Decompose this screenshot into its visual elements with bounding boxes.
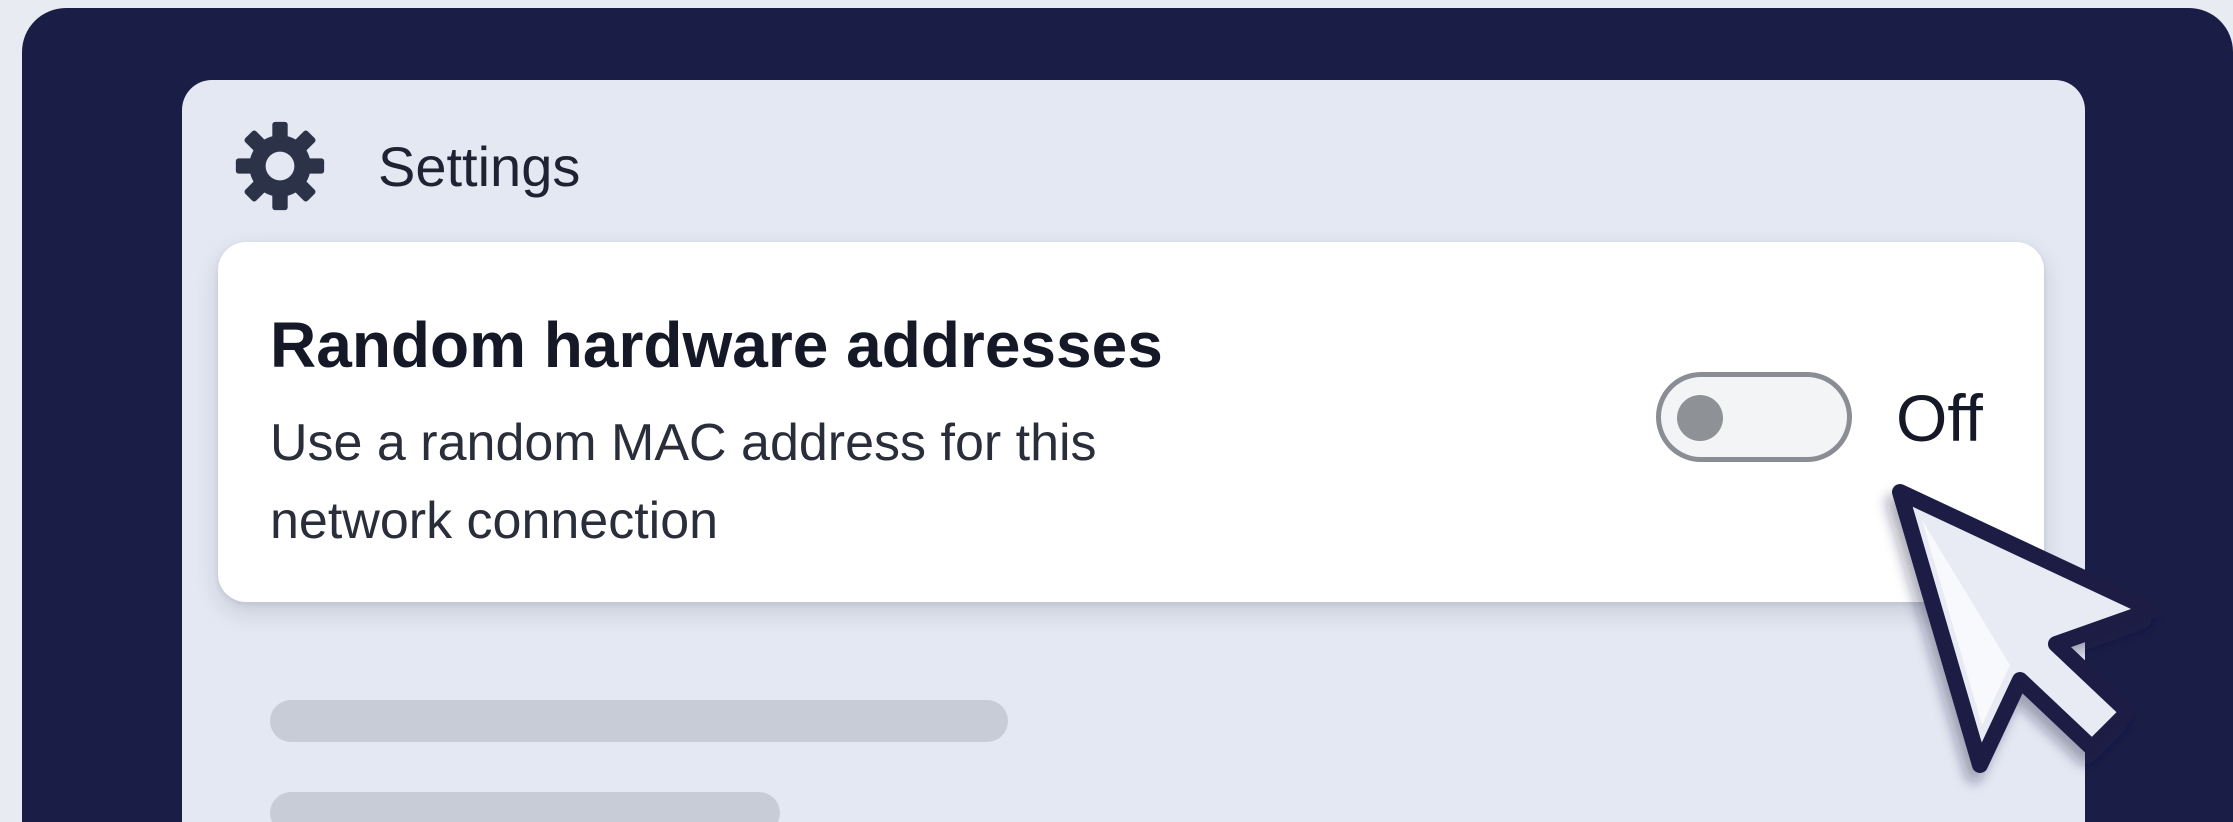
placeholder-setting-row — [270, 792, 780, 822]
toggle-state-label: Off — [1896, 381, 1983, 455]
setting-description: Use a random MAC address for this networ… — [270, 414, 1097, 550]
gear-icon — [235, 121, 325, 211]
random-hardware-addresses-toggle[interactable] — [1656, 372, 1852, 462]
setting-card-random-hardware-addresses: Random hardware addresses Use a random M… — [218, 242, 2044, 602]
settings-window: Settings Random hardware addresses Use a… — [182, 80, 2085, 822]
app-title: Settings — [378, 135, 581, 198]
setting-title: Random hardware addresses — [270, 309, 1163, 381]
title-bar: Settings — [182, 80, 2085, 211]
device-frame: Settings Random hardware addresses Use a… — [22, 8, 2233, 822]
toggle-knob — [1677, 395, 1723, 441]
placeholder-setting-row — [270, 700, 1008, 742]
